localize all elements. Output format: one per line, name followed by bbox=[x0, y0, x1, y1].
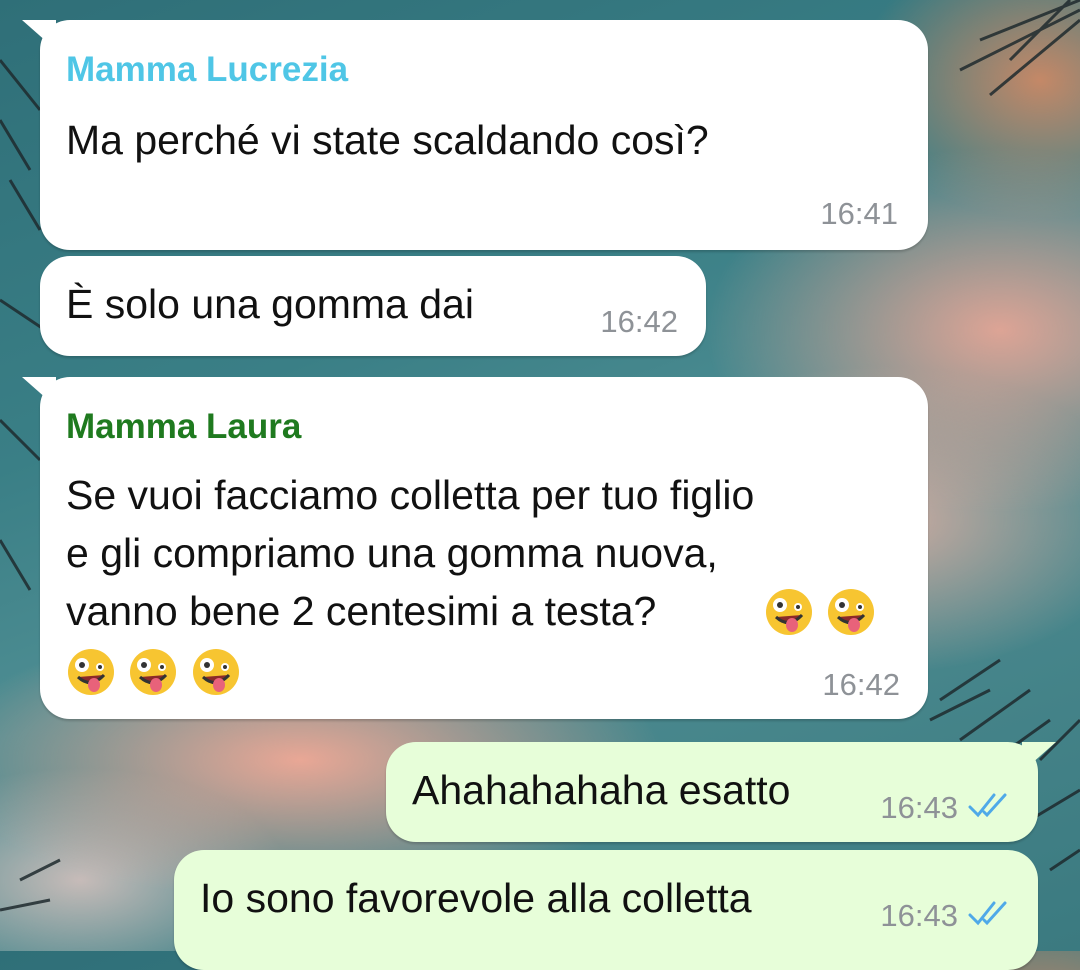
message-text: Ahahahahaha esatto bbox=[412, 767, 791, 813]
message-text-line-1: Se vuoi facciamo colletta per tuo figlio bbox=[66, 472, 755, 518]
bubble-tail bbox=[22, 20, 56, 50]
message-bubble[interactable]: È solo una gomma dai 16:42 bbox=[40, 256, 706, 356]
message-bubble-laura[interactable]: Mamma Laura Se vuoi facciamo colletta pe… bbox=[22, 377, 928, 719]
message-text: Io sono favorevole alla colletta bbox=[200, 875, 752, 921]
message-time: 16:43 bbox=[880, 898, 958, 933]
outgoing-message-bubble[interactable]: Io sono favorevole alla colletta 16:43 bbox=[174, 850, 1038, 970]
zany-face-emoji bbox=[68, 649, 114, 695]
sender-name: Mamma Laura bbox=[66, 407, 302, 446]
message-time: 16:43 bbox=[880, 790, 958, 825]
zany-face-emoji bbox=[766, 589, 812, 635]
zany-face-emoji bbox=[130, 649, 177, 695]
zany-face-emoji bbox=[192, 649, 239, 695]
bubble-tail bbox=[22, 377, 56, 407]
message-text: È solo una gomma dai bbox=[66, 281, 474, 327]
message-text-line-2: e gli compriamo una gomma nuova, bbox=[66, 530, 718, 576]
read-double-check-icon bbox=[968, 793, 1007, 818]
sender-name: Mamma Lucrezia bbox=[66, 50, 349, 89]
bubble-tail bbox=[1022, 742, 1056, 772]
zany-face-emoji bbox=[828, 589, 875, 635]
outgoing-message-bubble[interactable]: Ahahahahaha esatto 16:43 bbox=[386, 742, 1056, 842]
message-text: Ma perché vi state scaldando così? bbox=[66, 117, 709, 163]
read-double-check-icon bbox=[968, 901, 1007, 926]
message-text-line-3: vanno bene 2 centesimi a testa? bbox=[66, 588, 657, 634]
emoji-row-1 bbox=[764, 587, 884, 637]
message-time: 16:41 bbox=[820, 196, 898, 231]
message-time: 16:42 bbox=[822, 667, 900, 702]
message-bubble-lucrezia[interactable]: Mamma Lucrezia Ma perché vi state scalda… bbox=[22, 20, 928, 250]
message-time: 16:42 bbox=[600, 304, 678, 339]
emoji-row-2 bbox=[66, 647, 249, 697]
